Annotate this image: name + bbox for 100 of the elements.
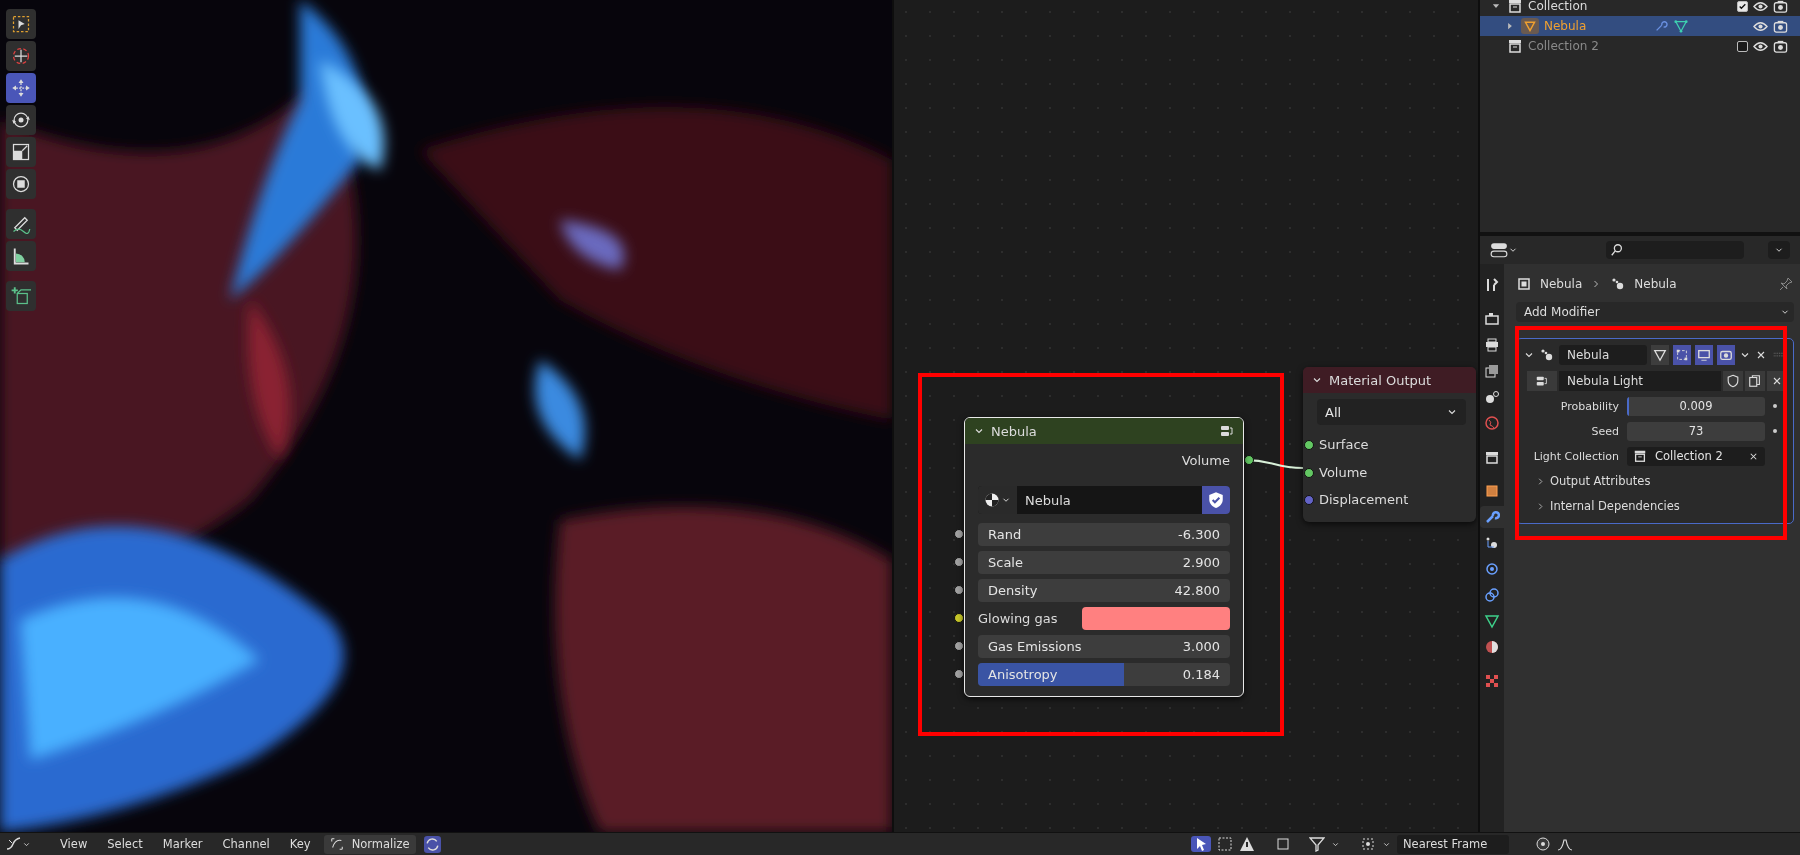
subpanel-header[interactable]: Internal Dependencies xyxy=(1517,495,1793,517)
viewport-icon xyxy=(1697,348,1711,362)
node-title: Nebula xyxy=(991,423,1038,439)
outliner-row[interactable]: Collection 2 xyxy=(1480,36,1800,56)
collection-icon xyxy=(1507,38,1523,54)
outliner-row[interactable]: Nebula xyxy=(1480,16,1800,36)
number-field[interactable]: Rand -6.300 xyxy=(978,522,1230,546)
remove-button[interactable] xyxy=(1755,349,1767,361)
measure-icon xyxy=(11,246,31,266)
menu-item[interactable]: Marker xyxy=(155,837,210,851)
camera-icon[interactable] xyxy=(1773,38,1788,54)
node-tree-icon xyxy=(984,492,1000,508)
modifier-name-field[interactable]: Nebula xyxy=(1559,345,1647,365)
constraints-icon xyxy=(1484,587,1500,603)
input-socket[interactable] xyxy=(1304,467,1314,478)
annotate-icon xyxy=(11,214,31,234)
normalize-icon xyxy=(329,837,344,851)
menu-item[interactable]: Channel xyxy=(215,837,277,851)
collection-field[interactable]: Collection 2 xyxy=(1627,446,1765,466)
slider-field[interactable]: 0.009 xyxy=(1627,396,1765,416)
exclude-checkbox[interactable] xyxy=(1737,40,1748,52)
subpanel-header[interactable]: Output Attributes xyxy=(1517,470,1793,492)
modifiers-tab[interactable] xyxy=(1480,506,1504,528)
add-cube-tool-button[interactable] xyxy=(6,281,36,311)
on-cage-toggle[interactable] xyxy=(1673,345,1691,365)
rotate-tool-button[interactable] xyxy=(6,105,36,135)
transform-icon xyxy=(11,174,31,194)
select-cursor-button[interactable] xyxy=(1191,836,1211,852)
transform-tool-button[interactable] xyxy=(6,169,36,199)
camera-icon[interactable] xyxy=(1773,18,1788,34)
proportional-icon[interactable] xyxy=(1535,836,1551,852)
breadcrumb-item: Nebula xyxy=(1540,277,1583,291)
node-group-icon[interactable] xyxy=(1219,423,1235,439)
warning-icon[interactable] xyxy=(1239,836,1255,852)
socket-label: Volume xyxy=(1181,452,1230,468)
exclude-checkbox[interactable] xyxy=(1737,0,1748,12)
slider-field[interactable]: Anisotropy 0.184 xyxy=(978,662,1230,686)
scale-tool-button[interactable] xyxy=(6,137,36,167)
frame-icon[interactable] xyxy=(1275,836,1291,852)
editor-type-icon[interactable] xyxy=(6,836,31,852)
duplicate-button[interactable] xyxy=(1745,371,1765,391)
number-field[interactable]: Gas Emissions 3.000 xyxy=(978,634,1230,658)
close-icon xyxy=(1771,375,1783,387)
search-icon xyxy=(1610,243,1624,257)
data-icon xyxy=(1484,613,1500,629)
camera-icon[interactable] xyxy=(1773,0,1788,14)
add-modifier-dropdown[interactable]: Add Modifier xyxy=(1516,302,1794,322)
edit-mode-toggle[interactable] xyxy=(1651,345,1669,365)
move-tool-button[interactable] xyxy=(6,73,36,103)
particles-icon xyxy=(1539,347,1555,363)
eye-icon[interactable] xyxy=(1753,0,1768,14)
box-select-icon[interactable] xyxy=(1217,836,1233,852)
falloff-curve-icon[interactable] xyxy=(1557,836,1573,852)
collection-icon xyxy=(1633,449,1647,463)
snap-icon[interactable] xyxy=(1360,836,1376,852)
render-toggle[interactable] xyxy=(1717,345,1735,365)
browse-node-group-button[interactable] xyxy=(1527,371,1557,391)
filter-icon[interactable] xyxy=(1309,836,1325,852)
sync-icon xyxy=(423,835,441,853)
physics-icon xyxy=(1484,561,1500,577)
viewport-toggle[interactable] xyxy=(1695,345,1713,365)
number-field[interactable]: Scale 2.900 xyxy=(978,550,1230,574)
input-socket[interactable] xyxy=(1304,440,1314,450)
color-swatch[interactable] xyxy=(1082,606,1230,630)
keyframe-dot[interactable] xyxy=(1773,404,1777,408)
wrench-icon xyxy=(1654,19,1668,33)
keyframe-dot[interactable] xyxy=(1773,429,1777,433)
number-field[interactable]: Density 42.800 xyxy=(978,578,1230,602)
curve-icon xyxy=(6,836,22,852)
normalize-toggle[interactable]: Normalize xyxy=(323,834,416,854)
annotate-tool-button[interactable] xyxy=(6,209,36,239)
sync-button[interactable] xyxy=(421,835,443,853)
target-dropdown[interactable]: All xyxy=(1317,399,1466,425)
node-group-field[interactable]: Nebula Light xyxy=(1559,371,1721,391)
measure-tool-button[interactable] xyxy=(6,241,36,271)
tool-icon xyxy=(1484,277,1500,293)
group-node[interactable]: Nebula Volume Nebula Rand -6.300 Scale 2.900 Density 42.800 Glowing gas Gas Emissions 3.000 Anisotropy 0.184 xyxy=(964,417,1244,697)
pin-icon[interactable] xyxy=(1778,276,1794,292)
fake-user-button[interactable] xyxy=(1723,371,1743,391)
node-title: Material Output xyxy=(1329,372,1433,388)
cage-icon xyxy=(1675,348,1689,362)
input-socket[interactable] xyxy=(1304,495,1314,505)
material-icon xyxy=(1484,639,1500,655)
menu-item[interactable]: View xyxy=(53,837,95,851)
search-field[interactable] xyxy=(1606,241,1744,259)
fake-user-button[interactable] xyxy=(1202,486,1230,514)
select-box-tool-button[interactable] xyxy=(6,9,36,39)
property-label: Light Collection xyxy=(1532,449,1619,463)
property-label: Probability xyxy=(1559,399,1619,413)
cursor-tool-button[interactable] xyxy=(6,41,36,71)
render-icon xyxy=(1484,311,1500,327)
object-icon xyxy=(1516,276,1532,292)
outliner-label: Nebula xyxy=(1544,19,1588,33)
number-field[interactable]: 73 xyxy=(1627,421,1765,441)
menu-item[interactable]: Select xyxy=(100,837,150,851)
socket-label: Surface xyxy=(1319,437,1369,453)
snap-dropdown[interactable]: Nearest Frame xyxy=(1397,834,1509,854)
outliner-row[interactable]: Collection xyxy=(1480,0,1800,16)
menu-item[interactable]: Key xyxy=(282,837,318,851)
editor-type-icon[interactable] xyxy=(1490,241,1518,259)
